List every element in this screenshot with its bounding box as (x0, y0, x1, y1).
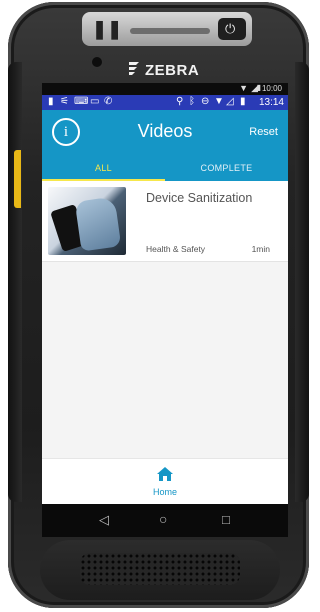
keyboard-icon: ⌨ (74, 96, 89, 107)
home-button[interactable]: ○ (159, 511, 167, 527)
top-status-time: 10:00 (261, 84, 282, 93)
power-icon: ⏻ (225, 21, 236, 36)
tab-bar: ALL COMPLETE (42, 156, 288, 181)
no-signal-icon: ◿ (226, 96, 234, 107)
left-bumper (8, 62, 22, 502)
android-nav-bar: ◁ ○ □ (42, 504, 288, 537)
status-bar: ▮ ⚟ ⌨ ▭ ✆ ⚲ ᛒ ⊖ ▼ ◿ ▮ 13:14 (42, 95, 288, 110)
tab-all[interactable]: ALL (42, 156, 165, 181)
video-category: Health & Safety (146, 244, 206, 254)
home-icon[interactable] (157, 467, 173, 481)
bottom-navigation: Home (42, 458, 288, 505)
top-slot (130, 28, 210, 34)
recents-button[interactable]: □ (222, 512, 230, 527)
video-duration: 1min (251, 244, 270, 254)
video-list-item[interactable]: Device Sanitization Health & Safety 1min (42, 181, 288, 262)
app-bar: i Videos Reset (42, 110, 288, 156)
top-status-bar: ▼ ◢ ▮ 10:00 (42, 83, 288, 95)
speaker-grille (80, 553, 240, 585)
wifi-icon: ▼ (214, 96, 224, 107)
status-time: 13:14 (258, 97, 284, 108)
tab-complete[interactable]: COMPLETE (165, 156, 288, 181)
right-bumper (295, 62, 309, 502)
video-thumbnail (48, 187, 126, 255)
reset-button[interactable]: Reset (249, 126, 278, 138)
battery-small-icon: ▮ (256, 83, 261, 92)
thumbnail-glove (74, 196, 122, 252)
home-label[interactable]: Home (42, 487, 288, 497)
brand-logo: ZEBRA (145, 62, 200, 79)
cast-icon: ▭ (90, 96, 100, 107)
do-not-disturb-icon: ⊖ (201, 96, 210, 107)
person-icon: ▮ (48, 96, 54, 107)
back-button[interactable]: ◁ (99, 512, 109, 528)
phone-icon: ✆ (104, 96, 113, 107)
screen: ▼ ◢ ▮ 10:00 ▮ ⚟ ⌨ ▭ ✆ ⚲ ᛒ ⊖ ▼ ◿ ▮ 13:14 … (42, 83, 288, 537)
bluetooth-icon: ᛒ (189, 96, 195, 107)
video-title: Device Sanitization (146, 191, 253, 205)
pause-icon: ❚❚ (92, 19, 123, 39)
location-icon: ⚲ (176, 96, 184, 107)
power-button[interactable]: ⏻ (218, 18, 246, 40)
side-scan-key[interactable] (14, 150, 21, 208)
front-camera (92, 57, 102, 67)
zebra-logo-icon (129, 62, 139, 75)
signal-icon: ▼ (239, 83, 248, 93)
wifi-scan-icon: ⚟ (60, 96, 69, 107)
battery-icon: ▮ (240, 96, 246, 107)
